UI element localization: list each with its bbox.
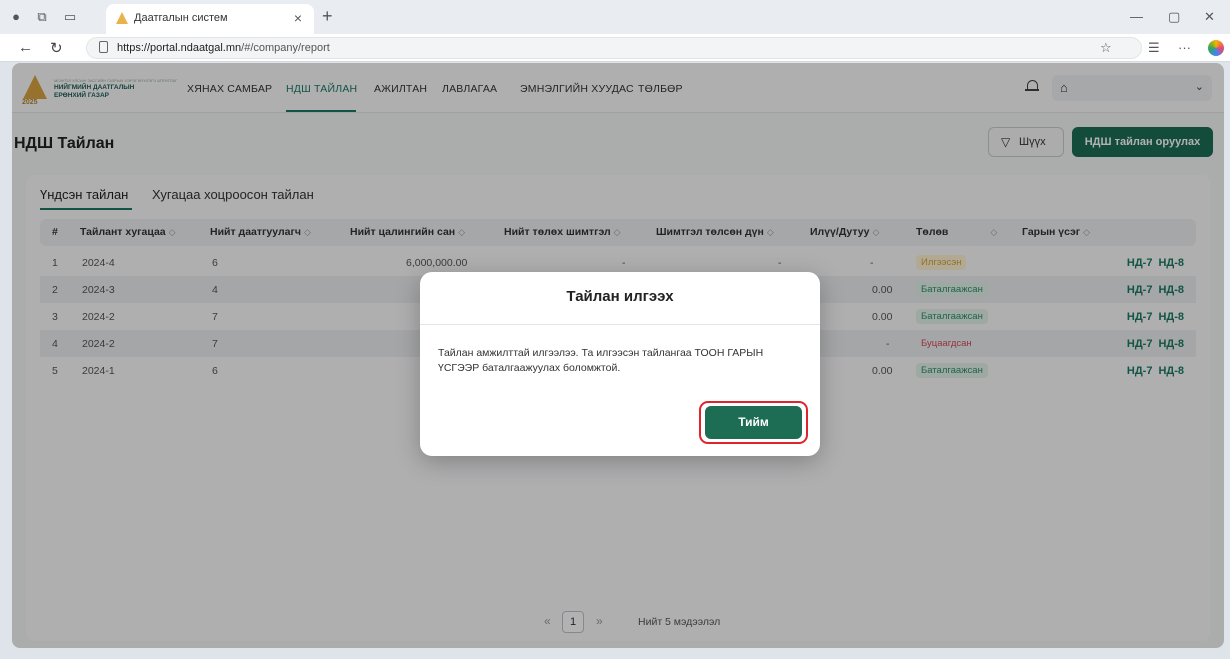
browser-titlebar: ● ⧉ ▭ Даатгалын систем × + — ▢ ✕ bbox=[0, 0, 1230, 34]
dialog-divider bbox=[420, 324, 820, 325]
copilot-icon[interactable] bbox=[1208, 40, 1224, 56]
url-text: https://portal.ndaatgal.mn/#/company/rep… bbox=[117, 42, 330, 54]
browser-tab[interactable]: Даатгалын систем × bbox=[106, 4, 314, 34]
close-window-icon[interactable]: ✕ bbox=[1204, 9, 1215, 25]
favorites-icon[interactable]: ☰ bbox=[1148, 40, 1160, 56]
address-bar-row: ← ↻ https://portal.ndaatgal.mn/#/company… bbox=[0, 34, 1230, 62]
lock-icon bbox=[99, 41, 108, 53]
restore-icon[interactable]: ▢ bbox=[1168, 9, 1180, 25]
more-icon[interactable]: ··· bbox=[1178, 40, 1191, 55]
close-tab-icon[interactable]: × bbox=[294, 10, 302, 26]
tab-title: Даатгалын систем bbox=[134, 12, 228, 24]
url-input[interactable]: https://portal.ndaatgal.mn/#/company/rep… bbox=[86, 37, 1142, 59]
profile-icon[interactable]: ● bbox=[8, 9, 24, 25]
send-report-dialog: Тайлан илгээх Тайлан амжилттай илгээлээ.… bbox=[420, 272, 820, 456]
new-tab-icon[interactable]: + bbox=[322, 6, 333, 27]
confirm-button[interactable]: Тийм bbox=[705, 406, 802, 439]
tab-actions-icon[interactable]: ▭ bbox=[62, 9, 78, 25]
minimize-icon[interactable]: — bbox=[1130, 9, 1143, 24]
refresh-icon[interactable]: ↻ bbox=[50, 39, 63, 57]
favorite-star-icon[interactable]: ☆ bbox=[1100, 40, 1112, 56]
workspaces-icon[interactable]: ⧉ bbox=[34, 9, 50, 25]
site-favicon-icon bbox=[116, 12, 128, 24]
dialog-message: Тайлан амжилттай илгээлээ. Та илгээсэн т… bbox=[438, 347, 764, 374]
back-icon[interactable]: ← bbox=[18, 39, 33, 56]
dialog-title: Тайлан илгээх bbox=[566, 288, 674, 305]
